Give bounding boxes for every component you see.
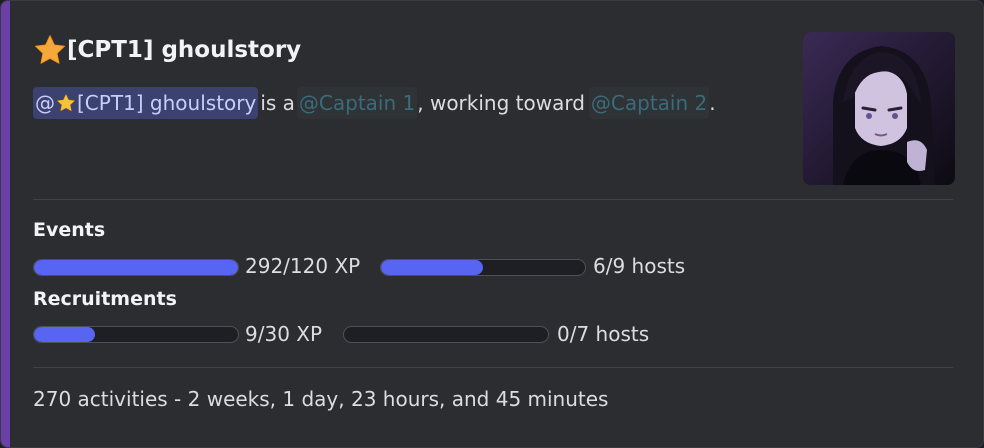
- star-icon: [56, 93, 76, 113]
- events-hosts-progress-bar: [380, 259, 586, 276]
- avatar-thumbnail[interactable]: [803, 32, 955, 185]
- embed-footer: 270 activities - 2 weeks, 1 day, 23 hour…: [33, 387, 609, 411]
- description-text: , working toward: [417, 91, 585, 115]
- embed-accent-bar: [1, 1, 10, 447]
- events-xp-progress-bar: [33, 259, 239, 276]
- recruitments-hosts-text: 0/7 hosts: [557, 322, 650, 346]
- description-text: .: [709, 91, 716, 115]
- recruitments-xp-progress-bar: [33, 326, 239, 343]
- role-mention-current[interactable]: @Captain 1: [296, 87, 418, 119]
- events-hosts-text: 6/9 hosts: [593, 254, 686, 278]
- events-label: Events: [33, 219, 106, 241]
- recruitments-hosts-progress-bar: [343, 326, 549, 343]
- role-mention-next[interactable]: @Captain 2: [588, 87, 710, 119]
- user-mention[interactable]: @ [CPT1] ghoulstory: [33, 87, 259, 119]
- description-text: is a: [260, 91, 295, 115]
- recruitments-xp-text: 9/30 XP: [245, 322, 323, 346]
- embed-description: @ [CPT1] ghoulstory is a @Captain 1 , wo…: [33, 87, 716, 119]
- recruitments-xp-progress-fill: [34, 327, 96, 342]
- leaderboard-embed: [CPT1] ghoulstory @ [CPT1] ghoulstory is…: [0, 0, 984, 448]
- embed-title-text: [CPT1] ghoulstory: [67, 37, 302, 63]
- user-mention-name: [CPT1] ghoulstory: [77, 91, 257, 115]
- embed-divider: [33, 199, 953, 200]
- events-hosts-progress-fill: [381, 260, 483, 275]
- events-xp-progress-fill: [34, 260, 238, 275]
- embed-divider: [33, 367, 953, 368]
- recruitments-label: Recruitments: [33, 288, 177, 310]
- events-xp-text: 292/120 XP: [245, 254, 361, 278]
- star-icon: [33, 33, 67, 67]
- mention-at: @: [35, 91, 55, 115]
- embed-title: [CPT1] ghoulstory: [33, 33, 301, 67]
